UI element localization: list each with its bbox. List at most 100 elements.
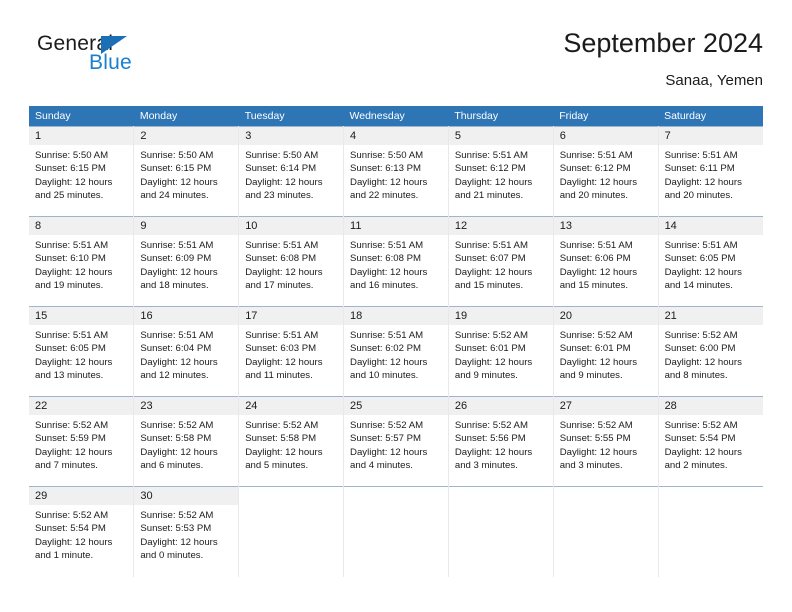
calendar-day-cell[interactable]: 23 Sunrise: 5:52 AM Sunset: 5:58 PM Dayligh… [133,396,240,487]
calendar-day-cell[interactable]: 3 Sunrise: 5:50 AM Sunset: 6:14 PM Daylight… [238,126,345,217]
daylight-text: and 11 minutes. [245,370,313,382]
calendar-day-cell[interactable]: 21 Sunrise: 5:52 AM Sunset: 6:00 PM Dayligh… [658,306,763,397]
sunrise-text: Sunrise: 5:51 AM [559,150,633,161]
calendar-day-cell[interactable]: 7 Sunrise: 5:51 AM Sunset: 6:11 PM Daylight… [658,126,763,217]
day-number [658,487,763,505]
day-details: Sunrise: 5:52 AM Sunset: 5:53 PM Daylight:… [134,505,238,563]
calendar-day-cell[interactable]: 16 Sunrise: 5:51 AM Sunset: 6:04 PM Dayligh… [133,306,240,397]
sunrise-text: Sunrise: 5:51 AM [350,240,424,251]
calendar-day-cell[interactable]: 20 Sunrise: 5:52 AM Sunset: 6:01 PM Dayligh… [553,306,659,397]
day-number: 16 [134,307,239,325]
calendar-day-cell[interactable]: 6 Sunrise: 5:51 AM Sunset: 6:12 PM Daylight… [553,126,659,217]
day-details: Sunrise: 5:52 AM Sunset: 5:56 PM Daylight:… [449,415,553,473]
sunset-text: Sunset: 6:11 PM [664,163,735,175]
day-number: 13 [553,217,658,235]
calendar-week-row: 1 Sunrise: 5:50 AM Sunset: 6:15 PM Daylight… [29,126,763,217]
daylight-text: and 5 minutes. [245,460,309,472]
daylight-text: Daylight: 12 hours [664,446,742,458]
calendar-day-cell[interactable]: 25 Sunrise: 5:52 AM Sunset: 5:57 PM Dayligh… [343,396,449,487]
calendar-day-cell[interactable]: 14 Sunrise: 5:51 AM Sunset: 6:05 PM Dayligh… [658,216,763,307]
daylight-text: Daylight: 12 hours [664,356,742,368]
daylight-text: and 18 minutes. [140,280,209,292]
calendar-day-cell[interactable]: 30 Sunrise: 5:52 AM Sunset: 5:53 PM Dayligh… [133,486,240,577]
brand-logo[interactable]: General Blue [29,32,259,88]
page-title: September 2024 [563,28,763,58]
daylight-text: Daylight: 12 hours [140,536,218,548]
weekday-header-thursday: Thursday [448,106,554,127]
sunrise-text: Sunrise: 5:51 AM [454,150,528,161]
calendar-day-cell[interactable]: 13 Sunrise: 5:51 AM Sunset: 6:06 PM Dayligh… [553,216,659,307]
sunrise-text: Sunrise: 5:50 AM [35,150,109,161]
page-header: General Blue September 2024 Sanaa, Yemen [29,28,763,98]
calendar-day-cell[interactable]: 10 Sunrise: 5:51 AM Sunset: 6:08 PM Dayligh… [238,216,345,307]
calendar-day-cell[interactable]: 29 Sunrise: 5:52 AM Sunset: 5:54 PM Dayligh… [29,486,135,577]
daylight-text: Daylight: 12 hours [140,356,218,368]
daylight-text: Daylight: 12 hours [559,446,638,458]
daylight-text: and 10 minutes. [350,370,419,382]
daylight-text: and 15 minutes. [454,280,524,292]
day-details: Sunrise: 5:51 AM Sunset: 6:12 PM Daylight:… [449,145,553,203]
day-number: 17 [239,307,344,325]
sunrise-text: Sunrise: 5:52 AM [559,420,633,431]
day-details: Sunrise: 5:52 AM Sunset: 5:57 PM Daylight:… [344,415,448,473]
weekday-header-saturday: Saturday [658,106,763,127]
day-number: 20 [553,307,658,325]
calendar-day-cell[interactable]: 5 Sunrise: 5:51 AM Sunset: 6:12 PM Daylight… [448,126,554,217]
calendar-day-cell[interactable]: 4 Sunrise: 5:50 AM Sunset: 6:13 PM Daylight… [343,126,449,217]
sunset-text: Sunset: 6:01 PM [559,343,631,355]
daylight-text: Daylight: 12 hours [245,266,323,278]
daylight-text: Daylight: 12 hours [664,176,742,188]
sunrise-text: Sunrise: 5:51 AM [245,330,319,341]
daylight-text: and 20 minutes. [664,190,733,202]
calendar-day-cell[interactable]: 18 Sunrise: 5:51 AM Sunset: 6:02 PM Dayligh… [343,306,449,397]
daylight-text: Daylight: 12 hours [245,446,323,458]
sunset-text: Sunset: 6:10 PM [35,253,106,265]
day-details: Sunrise: 5:51 AM Sunset: 6:02 PM Daylight:… [344,325,448,383]
day-number: 26 [448,397,553,415]
day-details: Sunrise: 5:51 AM Sunset: 6:07 PM Daylight:… [449,235,553,293]
calendar-empty-cell [448,486,554,577]
calendar-day-cell[interactable]: 28 Sunrise: 5:52 AM Sunset: 5:54 PM Dayligh… [658,396,763,487]
sunrise-text: Sunrise: 5:51 AM [559,240,633,251]
day-details: Sunrise: 5:52 AM Sunset: 6:01 PM Daylight:… [449,325,553,383]
sunset-text: Sunset: 5:58 PM [245,433,317,445]
calendar-day-cell[interactable]: 2 Sunrise: 5:50 AM Sunset: 6:15 PM Daylight… [133,126,240,217]
day-details: Sunrise: 5:51 AM Sunset: 6:08 PM Daylight:… [239,235,343,293]
sunset-text: Sunset: 6:00 PM [664,343,736,355]
calendar-day-cell[interactable]: 9 Sunrise: 5:51 AM Sunset: 6:09 PM Daylight… [133,216,240,307]
sunrise-text: Sunrise: 5:51 AM [35,240,109,251]
calendar-empty-cell [343,486,449,577]
day-number: 2 [134,127,239,145]
day-number [448,487,553,505]
daylight-text: and 17 minutes. [245,280,314,292]
sunset-text: Sunset: 6:08 PM [245,253,317,265]
calendar-day-cell[interactable]: 24 Sunrise: 5:52 AM Sunset: 5:58 PM Dayligh… [238,396,345,487]
calendar-day-cell[interactable]: 19 Sunrise: 5:52 AM Sunset: 6:01 PM Dayligh… [448,306,554,397]
calendar-day-cell[interactable]: 11 Sunrise: 5:51 AM Sunset: 6:08 PM Dayligh… [343,216,449,307]
calendar-day-cell[interactable]: 1 Sunrise: 5:50 AM Sunset: 6:15 PM Daylight… [29,126,135,217]
day-details: Sunrise: 5:52 AM Sunset: 6:00 PM Daylight:… [659,325,763,383]
day-details: Sunrise: 5:51 AM Sunset: 6:09 PM Daylight:… [134,235,238,293]
calendar-day-cell[interactable]: 26 Sunrise: 5:52 AM Sunset: 5:56 PM Dayligh… [448,396,554,487]
day-number: 18 [344,307,448,325]
calendar-day-cell[interactable]: 12 Sunrise: 5:51 AM Sunset: 6:07 PM Dayligh… [448,216,554,307]
calendar-day-cell[interactable]: 15 Sunrise: 5:51 AM Sunset: 6:05 PM Dayligh… [29,306,135,397]
day-details: Sunrise: 5:51 AM Sunset: 6:05 PM Daylight:… [29,325,133,383]
daylight-text: and 3 minutes. [454,460,518,472]
calendar-day-cell[interactable]: 22 Sunrise: 5:52 AM Sunset: 5:59 PM Dayligh… [29,396,135,487]
sunrise-text: Sunrise: 5:52 AM [664,330,738,341]
daylight-text: and 6 minutes. [140,460,204,472]
calendar-day-cell[interactable]: 27 Sunrise: 5:52 AM Sunset: 5:55 PM Dayligh… [553,396,659,487]
daylight-text: Daylight: 12 hours [350,176,428,188]
day-number [239,487,344,505]
day-details: Sunrise: 5:52 AM Sunset: 5:58 PM Daylight:… [239,415,343,473]
day-details: Sunrise: 5:51 AM Sunset: 6:05 PM Daylight:… [659,235,763,293]
weekday-header-tuesday: Tuesday [238,106,344,127]
day-details: Sunrise: 5:51 AM Sunset: 6:12 PM Daylight:… [554,145,658,203]
calendar-page: General Blue September 2024 Sanaa, Yemen… [0,0,792,612]
calendar-day-cell[interactable]: 8 Sunrise: 5:51 AM Sunset: 6:10 PM Daylight… [29,216,135,307]
sunrise-text: Sunrise: 5:51 AM [664,240,738,251]
sunrise-text: Sunrise: 5:52 AM [454,420,528,431]
sunset-text: Sunset: 6:07 PM [454,253,526,265]
calendar-day-cell[interactable]: 17 Sunrise: 5:51 AM Sunset: 6:03 PM Dayligh… [238,306,345,397]
